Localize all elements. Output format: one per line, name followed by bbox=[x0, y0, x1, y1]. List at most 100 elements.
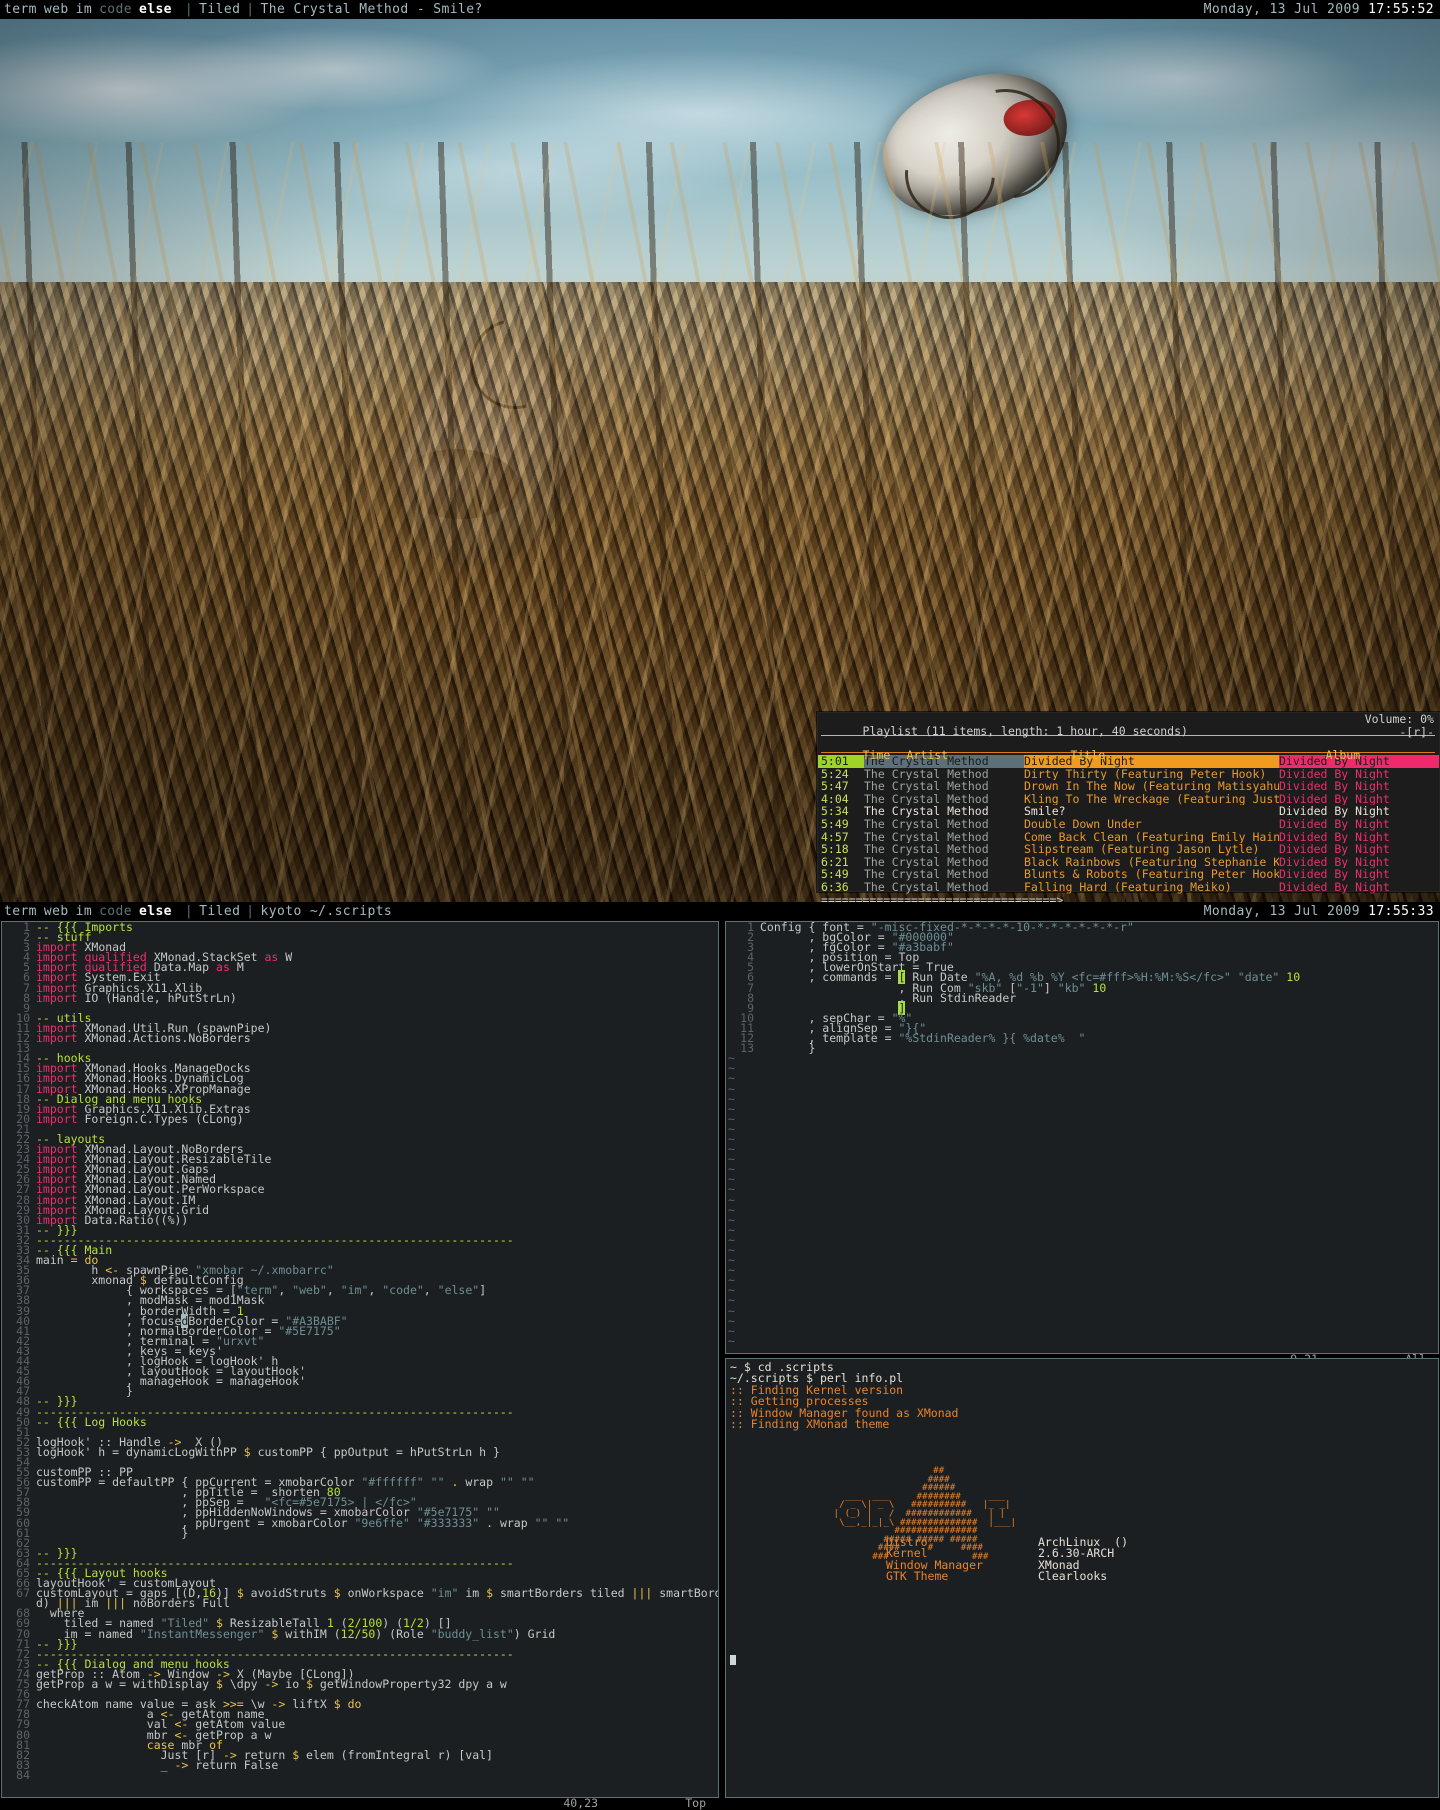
vim-window-xmonad-hs[interactable]: 1 -- {{{ Imports 2 -- stuff 3 import XMonad 4 i… bbox=[1, 921, 719, 1810]
workspace2-web[interactable]: web bbox=[44, 904, 69, 919]
terminal-cursor bbox=[730, 1655, 736, 1666]
track-title: Drown In The Now (Featuring Matisyahu bbox=[1024, 780, 1279, 793]
column-header-time[interactable]: Time bbox=[863, 749, 907, 762]
track-time: 5:49 bbox=[821, 868, 849, 881]
track-time: 6:36 bbox=[821, 880, 849, 894]
playlist-row[interactable]: 4:57 The Crystal Method Come Back Clean (F… bbox=[818, 831, 1439, 844]
layout-indicator[interactable]: Tiled bbox=[199, 2, 240, 17]
vim-window-xmobarrc[interactable]: 1 Config { font = "-misc-fixed-*-*-*-*-10… bbox=[725, 921, 1439, 1366]
workspace2-code[interactable]: code bbox=[99, 904, 132, 919]
code-line: 12 import XMonad.Actions.NoBorders bbox=[16, 1031, 251, 1046]
track-time: 5:34 bbox=[821, 805, 849, 818]
xmobar-top-clock: Monday, 13 Jul 2009 17:55:52 bbox=[1204, 0, 1434, 19]
playlist-table[interactable]: 5:01 The Crystal Method Divided By Night Di… bbox=[818, 755, 1439, 894]
vim-empty-line-marker: ~ bbox=[728, 1051, 735, 1066]
vim-empty-line-marker: ~ bbox=[728, 1232, 735, 1247]
playlist-column-headers: Time Artist Title Album bbox=[818, 737, 1439, 762]
track-title: Kling To The Wreckage (Featuring Just bbox=[1024, 792, 1279, 806]
workspace-im[interactable]: im bbox=[76, 2, 92, 17]
track-artist: The Crystal Method bbox=[864, 830, 989, 844]
xmobar-bottom: term web im code else | Tiled | kyoto ~/.scripts… bbox=[0, 902, 1440, 921]
vim-ruler-left: 40,23 bbox=[563, 1796, 598, 1810]
shell-output[interactable]: ~ $ cd .scripts ~/.scripts $ perl info.pl… bbox=[726, 1359, 1438, 1797]
vim-percent-left: Top bbox=[685, 1796, 706, 1810]
playlist-row[interactable]: 4:04 The Crystal Method Kling To The Wreck… bbox=[818, 793, 1439, 806]
playlist-row[interactable]: 6:36 The Crystal Method Falling Hard (Feat… bbox=[818, 881, 1439, 894]
track-album: Divided By Night bbox=[1279, 830, 1390, 844]
workspace2-else[interactable]: else bbox=[139, 904, 172, 919]
xmobar-separator-1: | bbox=[184, 2, 194, 17]
track-time: 5:47 bbox=[821, 780, 849, 793]
xmobar-top-left: term web im code else | Tiled | The Crystal Meth… bbox=[4, 0, 483, 19]
vim-empty-line-marker: ~ bbox=[728, 1071, 735, 1086]
ncmpcpp-player[interactable]: Playlist (11 items, length: 1 hour, 40 s… bbox=[817, 712, 1440, 902]
playlist-row[interactable]: 5:18 The Crystal Method Slipstream (Featur… bbox=[818, 843, 1439, 856]
desktop-wallpaper: Playlist (11 items, length: 1 hour, 40 s… bbox=[0, 19, 1440, 902]
playlist-row[interactable]: 5:47 The Crystal Method Drown In The Now (… bbox=[818, 780, 1439, 793]
shell-terminal-window[interactable]: ~ $ cd .scripts ~/.scripts $ perl info.pl… bbox=[725, 1358, 1439, 1798]
code-line: 30 import Data.Ratio((%)) bbox=[16, 1212, 189, 1227]
clock-time-2: 17:55:33 bbox=[1368, 904, 1434, 919]
vim-empty-line-marker: ~ bbox=[728, 1172, 735, 1187]
track-album: Divided By Night bbox=[1279, 780, 1390, 793]
window-title-2: kyoto ~/.scripts bbox=[260, 904, 393, 919]
track-title: Blunts & Robots (Featuring Peter Hook bbox=[1024, 868, 1279, 881]
vim-empty-line-marker: ~ bbox=[728, 1253, 735, 1268]
track-album: Divided By Night bbox=[1279, 817, 1390, 831]
column-header-title[interactable]: Title bbox=[1071, 749, 1326, 762]
xmobar-top: term web im code else | Tiled | The Crystal Meth… bbox=[0, 0, 1440, 19]
track-album: Divided By Night bbox=[1279, 805, 1390, 818]
track-time: 4:57 bbox=[821, 830, 849, 844]
track-artist: The Crystal Method bbox=[864, 767, 989, 781]
vim-empty-line-marker: ~ bbox=[728, 1273, 735, 1288]
workspace-else[interactable]: else bbox=[139, 2, 172, 17]
track-album: Divided By Night bbox=[1279, 767, 1390, 781]
track-title: Black Rainbows (Featuring Stephanie K bbox=[1024, 855, 1279, 869]
track-album: Divided By Night bbox=[1279, 880, 1390, 894]
track-artist: The Crystal Method bbox=[864, 792, 989, 806]
playlist-mode-row: -[r]- bbox=[818, 726, 1439, 739]
track-artist: The Crystal Method bbox=[864, 817, 989, 831]
vim-buffer-right[interactable]: 1 Config { font = "-misc-fixed-*-*-*-*-10… bbox=[726, 922, 1438, 1353]
track-album: Divided By Night bbox=[1279, 843, 1390, 856]
volume-indicator: Volume: 0% bbox=[1364, 712, 1434, 726]
playlist-row[interactable]: 5:49 The Crystal Method Blunts & Robots (F… bbox=[818, 868, 1439, 881]
track-time: 4:04 bbox=[821, 792, 849, 806]
vim-empty-line-marker: ~ bbox=[728, 1243, 735, 1257]
playback-progress-bar[interactable]: ==================================> bbox=[818, 894, 1439, 902]
code-line: 53 logHook' h = dynamicLogWithPP $ custom… bbox=[16, 1444, 500, 1459]
track-album: Divided By Night bbox=[1279, 868, 1390, 881]
track-title: Smile? bbox=[1024, 805, 1066, 818]
column-header-artist[interactable]: Artist bbox=[907, 749, 1071, 762]
code-line: 70 im = named "InstantMessenger" $ withI… bbox=[16, 1626, 556, 1641]
layout-indicator-2[interactable]: Tiled bbox=[199, 904, 240, 919]
vim-empty-line-marker: ~ bbox=[728, 1202, 735, 1217]
playlist-row[interactable]: 5:49 The Crystal Method Double Down Under D… bbox=[818, 818, 1439, 831]
workspace-code[interactable]: code bbox=[99, 2, 132, 17]
vim-buffer-left[interactable]: 1 -- {{{ Imports 2 -- stuff 3 import XMonad 4 i… bbox=[2, 922, 718, 1797]
track-artist: The Crystal Method bbox=[864, 843, 989, 856]
terminal-line: :: Finding XMonad theme bbox=[730, 1416, 890, 1431]
vim-empty-line-marker: ~ bbox=[728, 1333, 735, 1348]
playlist-row[interactable]: 6:21 The Crystal Method Black Rainbows (Fe… bbox=[818, 856, 1439, 869]
vim-empty-line-marker: ~ bbox=[728, 1283, 735, 1298]
playlist-row[interactable]: 5:24 The Crystal Method Dirty Thirty (Feat… bbox=[818, 768, 1439, 781]
system-info-table: Distro ArchLinux () Kernel 2.6.30-ARCH Windo… bbox=[886, 1536, 1128, 1583]
workspace2-im[interactable]: im bbox=[76, 904, 92, 919]
code-line: 8 import IO (Handle, hPutStrLn) bbox=[23, 990, 237, 1005]
track-artist: The Crystal Method bbox=[864, 805, 989, 818]
track-album: Divided By Night bbox=[1279, 792, 1390, 806]
workspace-web[interactable]: web bbox=[44, 2, 69, 17]
shell-command-lines: ~ $ cd .scripts ~/.scripts $ perl info.pl… bbox=[730, 1361, 1434, 1431]
vim-empty-line-marker: ~ bbox=[728, 1121, 735, 1136]
clock-date: Monday, 13 Jul 2009 bbox=[1203, 2, 1369, 17]
xmobar2-separator-1: | bbox=[184, 904, 194, 919]
workspace2-term[interactable]: term bbox=[4, 904, 37, 919]
playlist-row[interactable]: 5:34 The Crystal Method Smile? Divided By N… bbox=[818, 805, 1439, 818]
column-header-album[interactable]: Album bbox=[1326, 748, 1361, 762]
xmobar-separator-2: | bbox=[246, 2, 255, 17]
workspace-term[interactable]: term bbox=[4, 2, 37, 17]
vim-empty-line-marker: ~ bbox=[728, 1091, 735, 1106]
vim-empty-line-marker: ~ bbox=[728, 1152, 735, 1167]
xmobar-bottom-left: term web im code else | Tiled | kyoto ~/.scripts bbox=[4, 902, 392, 921]
